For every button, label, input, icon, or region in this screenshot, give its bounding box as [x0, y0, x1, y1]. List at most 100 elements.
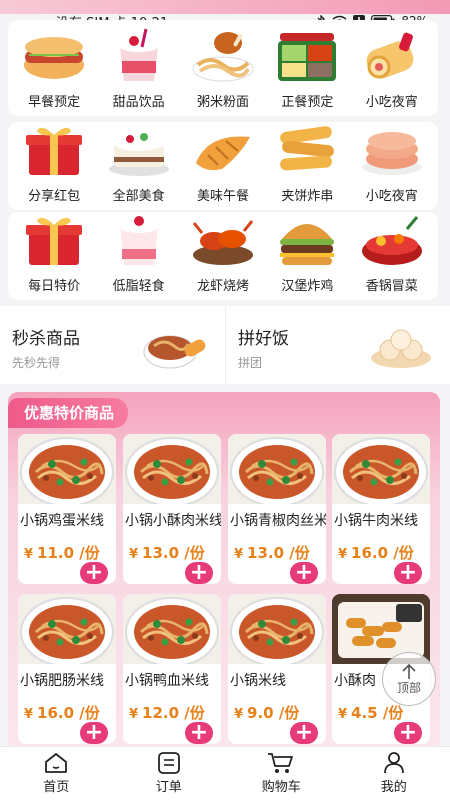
add-to-cart-button[interactable]: +: [394, 562, 422, 584]
gift-box-icon: [26, 217, 83, 265]
promo-title: 拼好饭: [238, 329, 289, 349]
category-item-breakfast[interactable]: 早餐预定: [12, 25, 96, 110]
product-image: [123, 594, 221, 664]
category-item-spicy-pot[interactable]: 香锅冒菜: [350, 209, 434, 294]
price-value: 9.0 /份: [247, 704, 300, 722]
crayfish-icon: [192, 220, 254, 265]
hotdog-sandwich-icon: [24, 37, 85, 79]
tab-home[interactable]: 首页: [0, 747, 113, 800]
product-price: ¥9.0 /份: [234, 702, 299, 723]
back-to-top-label: 顶部: [396, 680, 421, 695]
category-item-share-red-packet[interactable]: 分享红包: [12, 119, 96, 204]
product-image: [332, 434, 430, 504]
tab-orders[interactable]: 订单: [113, 747, 226, 800]
product-card[interactable]: 小锅青椒肉丝米线 ¥13.0 /份 +: [228, 434, 326, 584]
back-to-top-button[interactable]: 顶部: [382, 652, 436, 706]
product-name: 小锅鸭血米线: [125, 673, 209, 689]
croissant-icon: [195, 136, 250, 171]
product-card[interactable]: 小锅牛肉米线 ¥16.0 /份 +: [332, 434, 430, 584]
deals-section: 优惠特价商品 小锅鸡蛋米线 ¥11.0 /份 + 小锅小酥肉米线 ¥13.0 /…: [8, 392, 440, 752]
burger-icon: [280, 224, 335, 265]
category-label: 粥米粉面: [196, 95, 249, 110]
add-to-cart-button[interactable]: +: [290, 562, 318, 584]
product-card[interactable]: 小锅米线 ¥9.0 /份 +: [228, 594, 326, 744]
bottom-tab-bar: 首页 订单 购物车 我的: [0, 746, 450, 800]
currency-symbol: ¥: [234, 547, 244, 562]
product-image: [228, 434, 326, 504]
category-item-snacks-night[interactable]: 小吃夜宵: [350, 25, 434, 110]
category-item-lunch[interactable]: 美味午餐: [181, 119, 265, 204]
category-label: 夹饼炸串: [281, 189, 334, 204]
promo-subtitle: 先秒先得: [12, 356, 61, 370]
product-card[interactable]: 小锅鸭血米线 ¥12.0 /份 +: [123, 594, 221, 744]
product-image: [228, 594, 326, 664]
tab-cart[interactable]: 购物车: [225, 747, 338, 800]
pancakes-icon: [361, 132, 422, 175]
product-name: 小锅肥肠米线: [20, 673, 104, 689]
deals-title: 优惠特价商品: [8, 398, 129, 428]
category-label: 分享红包: [28, 189, 81, 204]
currency-symbol: ¥: [24, 547, 34, 562]
promo-subtitle: 拼团: [238, 356, 263, 370]
currency-symbol: ¥: [129, 547, 139, 562]
category-item-crayfish-bbq[interactable]: 龙虾烧烤: [181, 209, 265, 294]
category-label: 正餐预定: [281, 95, 334, 110]
category-label: 龙虾烧烤: [196, 279, 249, 294]
category-item-daily-special[interactable]: 每日特价: [12, 209, 96, 294]
dessert-cup-icon: [119, 28, 158, 81]
tab-label: 订单: [155, 780, 182, 795]
category-item-snacks-night-2[interactable]: 小吃夜宵: [350, 119, 434, 204]
category-item-burger-chicken[interactable]: 汉堡炸鸡: [265, 209, 349, 294]
add-to-cart-button[interactable]: +: [80, 722, 108, 744]
currency-symbol: ¥: [338, 707, 348, 722]
category-label: 甜品饮品: [112, 95, 165, 110]
yogurt-cup-icon: [119, 216, 158, 265]
category-label: 美味午餐: [196, 189, 249, 204]
home-icon: [45, 753, 68, 773]
currency-symbol: ¥: [338, 547, 348, 562]
product-name: 小锅米线: [230, 673, 286, 689]
add-to-cart-button[interactable]: +: [394, 722, 422, 744]
category-item-pancake-skewer[interactable]: 夹饼炸串: [265, 119, 349, 204]
product-name: 小锅鸡蛋米线: [20, 513, 104, 529]
category-label: 每日特价: [28, 279, 81, 294]
category-card-row1: 早餐预定 甜品饮品 粥米粉面 正餐预定 小吃夜宵: [8, 20, 438, 116]
order-icon: [157, 752, 180, 774]
add-to-cart-button[interactable]: +: [290, 722, 318, 744]
category-item-meal-order[interactable]: 正餐预定: [265, 25, 349, 110]
category-label: 小吃夜宵: [365, 189, 418, 204]
category-card-row2: 分享红包 全部美食 美味午餐 夹饼炸串 小吃夜宵: [8, 122, 438, 210]
cart-icon: [268, 753, 294, 773]
currency-symbol: ¥: [129, 707, 139, 722]
tab-label: 购物车: [261, 780, 301, 795]
currency-symbol: ¥: [234, 707, 244, 722]
tab-label: 我的: [380, 780, 407, 795]
product-card[interactable]: 小锅小酥肉米线 ¥13.0 /份 +: [123, 434, 221, 584]
add-to-cart-button[interactable]: +: [185, 562, 213, 584]
flash-sale-card[interactable]: 秒杀商品 先秒先得: [0, 306, 225, 384]
product-card[interactable]: 小锅肥肠米线 ¥16.0 /份 +: [18, 594, 116, 744]
product-name: 小锅青椒肉丝米线: [230, 513, 326, 529]
roll-snack-icon: [366, 32, 414, 79]
add-to-cart-button[interactable]: +: [185, 722, 213, 744]
category-item-dessert-drinks[interactable]: 甜品饮品: [97, 25, 181, 110]
product-price: ¥4.5 /份: [338, 702, 403, 723]
tab-profile[interactable]: 我的: [338, 747, 450, 800]
product-image: [18, 594, 116, 664]
tab-label: 首页: [43, 780, 70, 795]
category-item-low-fat[interactable]: 低脂轻食: [97, 209, 181, 294]
product-name: 小锅牛肉米线: [334, 513, 418, 529]
category-label: 香锅冒菜: [365, 279, 418, 294]
category-item-porridge-noodles[interactable]: 粥米粉面: [181, 25, 265, 110]
group-meal-card[interactable]: 拼好饭 拼团: [225, 306, 450, 384]
gift-box-icon: [26, 127, 83, 175]
category-label: 早餐预定: [28, 95, 81, 110]
bento-box-icon: [278, 33, 337, 81]
category-item-all-food[interactable]: 全部美食: [97, 119, 181, 204]
currency-symbol: ¥: [24, 707, 34, 722]
add-to-cart-button[interactable]: +: [80, 562, 108, 584]
product-card[interactable]: 小锅鸡蛋米线 ¥11.0 /份 +: [18, 434, 116, 584]
price-value: 4.5 /份: [351, 704, 404, 722]
product-image: [18, 434, 116, 504]
promo-row: 秒杀商品 先秒先得 拼好饭 拼团: [0, 306, 450, 384]
